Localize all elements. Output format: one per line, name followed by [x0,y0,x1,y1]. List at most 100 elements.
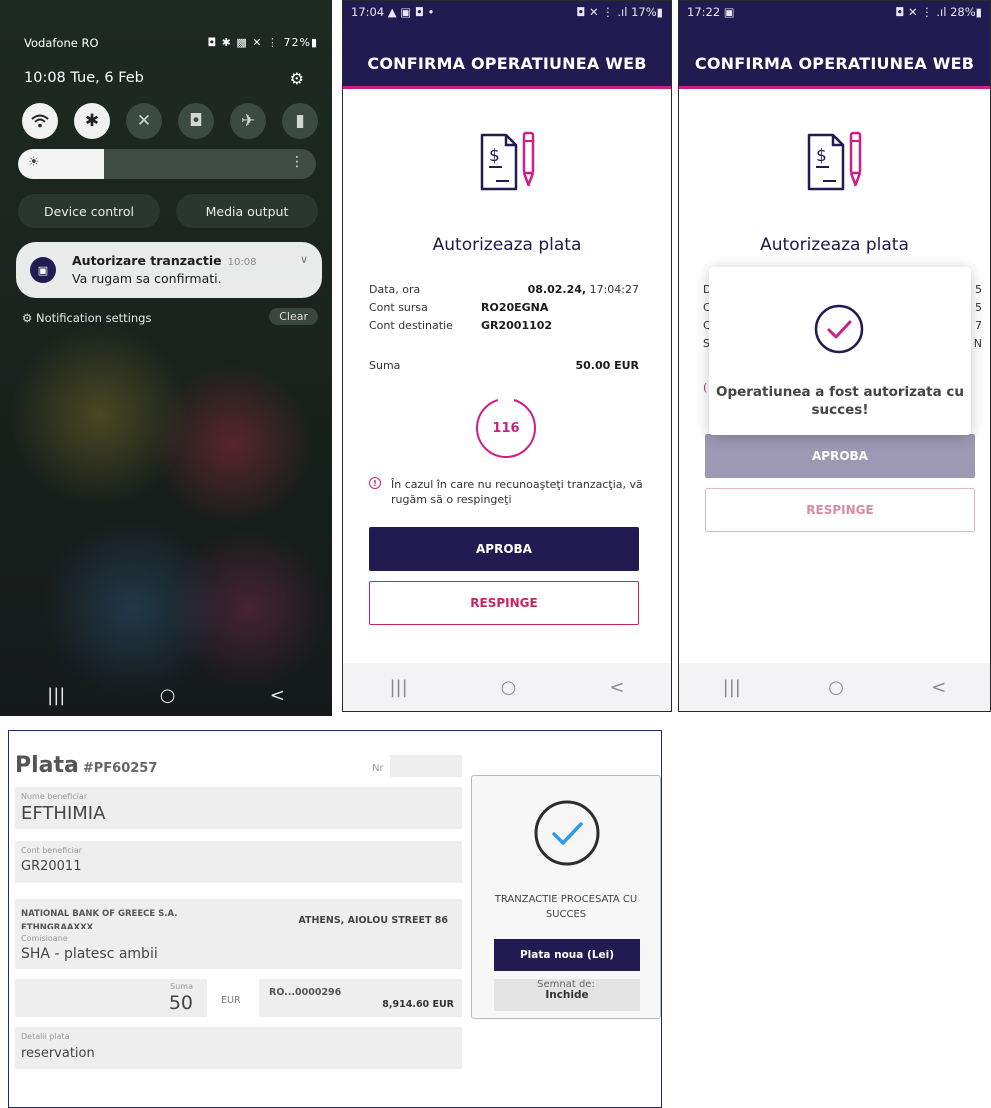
field-label: Suma [170,982,193,991]
navigation-bar: ||| ○ < [679,663,990,711]
timer-progress-gap [498,395,514,401]
reject-button[interactable]: RESPINGE [369,581,639,625]
countdown-timer: 116 [476,398,536,458]
document-pen-icon: $ [480,131,535,191]
field-value: 50 [168,992,193,1014]
quick-settings-row: ✱ ✕ ◘ ✈ ▮ [22,103,318,139]
payment-id: #PF60257 [82,761,158,776]
clear-button[interactable]: Clear [269,308,318,325]
bank-address: ATHENS, AIOLOU STREET 86 [298,915,448,926]
check-circle-icon [814,304,864,354]
authorize-payment-screen: 17:04 ▲ ▣ ◘ • ◘ ✕ ⋮ .ıl 17%▮ CONFIRMA OP… [342,0,672,712]
svg-text:$: $ [816,146,827,166]
field-label: Detalii plata [21,1032,70,1041]
check-circle-icon [534,800,600,866]
obscured-row-end: 5 [975,283,982,296]
success-message: TRANZACTIE PROCESATA CU SUCCES [494,894,638,920]
obscured-row-end: N [973,337,982,350]
bluetooth-icon[interactable]: ✱ [74,103,110,139]
svg-text:$: $ [489,146,500,166]
mute-icon[interactable]: ✕ [126,103,162,139]
status-time: 17:04 ▲ ▣ ◘ • [351,5,435,19]
source-account-number: RO...0000296 [269,987,342,998]
nr-input[interactable] [390,755,462,777]
section-heading: Autorizeaza plata [760,235,909,255]
flashlight-icon[interactable]: ▮ [282,103,318,139]
beneficiary-name-field[interactable]: Nume beneficiar EFTHIMIA [15,787,462,829]
device-control-button[interactable]: Device control [18,194,160,228]
back-icon[interactable]: < [609,677,624,698]
airplane-mode-icon[interactable]: ✈ [230,103,266,139]
status-bar: Vodafone RO ◘ ✱ ▩ ✕ ⋮ 72%▮ [24,36,318,54]
warning-text: În cazul în care nu recunoaşteţi tranzac… [391,478,643,506]
bank-app-icon: ▣ [30,257,56,283]
row-value-source: RO20EGNA [481,301,549,314]
notification-text: Va rugam sa confirmati. [72,271,222,286]
field-value: GR20011 [21,859,82,874]
notification-settings-link[interactable]: ⚙ Notification settings [22,311,151,325]
more-vertical-icon[interactable]: ⋮ [290,154,304,170]
reject-button[interactable]: RESPINGE [705,488,975,532]
settings-gear-icon[interactable]: ⚙ [290,69,304,88]
status-icons: ◘ ✕ ⋮ .ıl 28%▮ [895,5,982,19]
approve-button[interactable]: APROBA [369,527,639,571]
rotation-lock-icon[interactable]: ◘ [178,103,214,139]
field-label: Comisioane [21,934,68,943]
app-header: 17:04 ▲ ▣ ◘ • ◘ ✕ ⋮ .ıl 17%▮ CONFIRMA OP… [343,1,671,89]
chevron-down-icon[interactable]: ∨ [300,253,308,266]
status-icons: ◘ ✕ ⋮ .ıl 17%▮ [576,5,663,19]
notification-time: 10:08 [227,257,257,268]
obscured-info-icon: ( [703,381,708,394]
row-value-destination: GR2001102 [481,319,553,332]
notification-shade-screenshot: Vodafone RO ◘ ✱ ▩ ✕ ⋮ 72%▮ 10:08 Tue, 6 … [0,0,332,716]
authorization-success-screen: 17:22 ▣ ◘ ✕ ⋮ .ıl 28%▮ CONFIRMA OPERATIU… [678,0,991,712]
time-date: 10:08 Tue, 6 Feb [24,70,144,86]
sun-icon: ☀ [28,155,40,170]
approve-button[interactable]: APROBA [705,434,975,478]
field-label: Cont beneficiar [21,846,83,855]
recents-icon[interactable]: ||| [723,677,741,698]
payment-details-field[interactable]: Detalii plata reservation [15,1027,462,1069]
home-icon[interactable]: ○ [501,677,517,698]
row-label-date: Data, ora [369,283,421,296]
info-icon: ! [369,477,381,489]
fees-field[interactable]: Comisioane SHA - platesc ambii [15,929,462,969]
notification-card[interactable]: ▣ Autorizare tranzactie 10:08 Va rugam sa… [16,242,322,298]
home-icon[interactable]: ○ [160,685,176,706]
status-bar: 17:22 ▣ ◘ ✕ ⋮ .ıl 28%▮ [687,5,982,19]
field-label: Nume beneficiar [21,792,88,801]
row-label-destination: Cont destinatie [369,319,453,332]
navigation-bar: ||| ○ < [343,663,671,711]
wifi-icon[interactable] [22,103,58,139]
app-header: 17:22 ▣ ◘ ✕ ⋮ .ıl 28%▮ CONFIRMA OPERATIU… [679,1,990,89]
section-heading: Autorizeaza plata [432,235,582,255]
home-icon[interactable]: ○ [828,677,844,698]
media-output-button[interactable]: Media output [176,194,318,228]
navigation-bar: ||| ○ < [0,674,332,716]
currency-label: EUR [221,995,241,1006]
beneficiary-account-field[interactable]: Cont beneficiar GR20011 [15,841,462,883]
source-account-select[interactable]: RO...0000296 8,914.60 EUR [259,979,462,1017]
success-dialog: Operatiunea a fost autorizata cu succes! [709,267,971,435]
recents-icon[interactable]: ||| [389,677,407,698]
new-payment-button[interactable]: Plata noua (Lei) [494,939,640,971]
back-icon[interactable]: < [270,685,285,706]
status-icons: ◘ ✱ ▩ ✕ ⋮ 72%▮ [207,36,318,49]
recents-icon[interactable]: ||| [47,685,65,706]
status-bar: 17:04 ▲ ▣ ◘ • ◘ ✕ ⋮ .ıl 17%▮ [351,5,663,19]
obscured-row-end: 5 [975,301,982,314]
brightness-slider[interactable]: ☀ ⋮ [18,149,316,179]
amount-field[interactable]: Suma 50 [15,979,207,1017]
amount-value: 50.00 EUR [575,359,639,372]
back-icon[interactable]: < [931,677,946,698]
nr-label: Nr [372,763,384,774]
page-title: CONFIRMA OPERATIUNEA WEB [694,54,975,73]
notification-title: Autorizare tranzactie 10:08 [72,253,257,268]
carrier-label: Vodafone RO [24,36,99,50]
warning-message: ! În cazul în care nu recunoaşteţi tranz… [369,477,659,507]
web-payment-form: Plata #PF60257 Nr Nume beneficiar EFTHIMI… [8,730,662,1108]
status-time: 17:22 ▣ [687,5,735,19]
page-title: CONFIRMA OPERATIUNEA WEB [367,54,647,73]
obscured-row-end: 7 [975,319,982,332]
success-message: Operatiunea a fost autorizata cu succes! [715,384,965,418]
